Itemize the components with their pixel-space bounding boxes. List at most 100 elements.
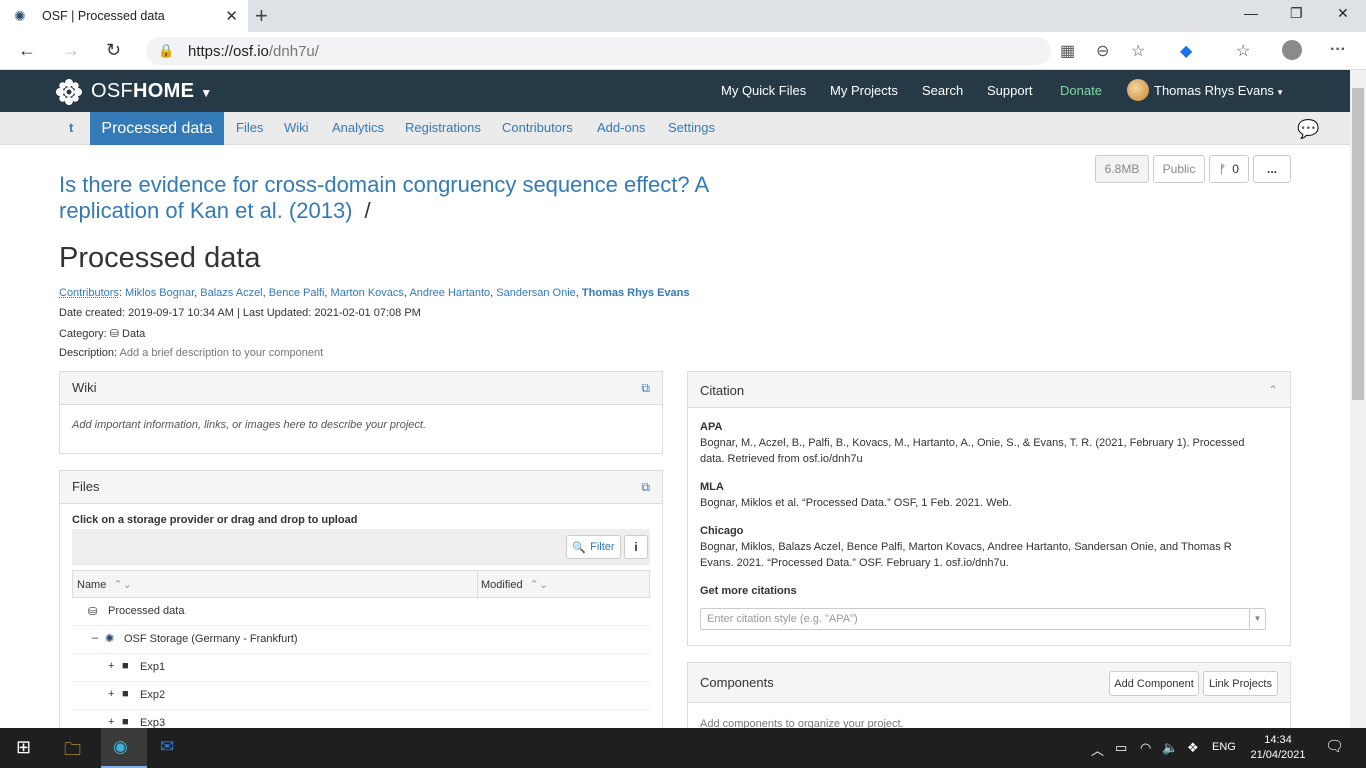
scrollbar-thumb[interactable] <box>1352 88 1364 400</box>
expand-icon[interactable]: + <box>108 716 114 728</box>
expand-icon[interactable]: + <box>108 660 114 672</box>
tab-registrations[interactable]: Registrations <box>405 120 481 135</box>
folder-icon: ■ <box>122 660 129 672</box>
nav-search[interactable]: Search <box>922 83 963 98</box>
sort-arrows-icon[interactable]: ⌃⌄ <box>113 579 131 591</box>
sort-arrows-icon[interactable]: ⌃⌄ <box>530 579 548 591</box>
lock-icon: 🔒 <box>158 43 175 58</box>
expand-icon[interactable]: + <box>108 688 114 700</box>
close-tab-icon[interactable]: ✕ <box>225 7 238 25</box>
avatar[interactable] <box>1127 79 1149 101</box>
col-modified[interactable]: Modified ⌃⌄ <box>481 578 548 591</box>
time: 14:34 <box>1264 734 1292 746</box>
nav-support[interactable]: Support <box>987 83 1033 98</box>
link-projects-button[interactable]: Link Projects <box>1203 671 1278 696</box>
wifi-icon[interactable]: ◠ <box>1140 740 1151 756</box>
nav-my-quick-files[interactable]: My Quick Files <box>721 83 806 98</box>
language-indicator[interactable]: ENG <box>1212 741 1236 753</box>
contributors-label[interactable]: Contributors <box>59 287 119 299</box>
edge-taskbar-item[interactable]: ◉ <box>101 728 147 768</box>
clock[interactable]: 14:34 21/04/2021 <box>1248 733 1308 763</box>
battery-icon[interactable]: ▭ <box>1115 740 1127 756</box>
table-row[interactable]: – ✺ OSF Storage (Germany - Frankfurt) <box>72 626 650 654</box>
tab-add-ons[interactable]: Add-ons <box>597 120 645 135</box>
contributor-link[interactable]: Thomas Rhys Evans <box>582 287 690 299</box>
notifications-icon[interactable]: 🗨 <box>1325 737 1344 755</box>
tab-settings[interactable]: Settings <box>668 120 715 135</box>
contributor-link[interactable]: Marton Kovacs <box>331 287 404 299</box>
external-link-icon[interactable]: ⧉ <box>641 381 650 396</box>
collapse-icon[interactable]: – <box>92 632 98 644</box>
show-hidden-icons[interactable]: ︿ <box>1091 740 1104 759</box>
apps-icon[interactable]: ▦ <box>1060 41 1075 61</box>
zoom-out-icon[interactable]: ⊖ <box>1096 41 1109 61</box>
dropbox-icon[interactable]: ❖ <box>1187 740 1199 756</box>
description-line: Description: Add a brief description to … <box>59 347 323 359</box>
nav-my-projects[interactable]: My Projects <box>830 83 898 98</box>
file-explorer-icon[interactable]: 🗀 <box>64 737 81 766</box>
settings-more-icon[interactable]: ··· <box>1330 41 1346 59</box>
tab-analytics[interactable]: Analytics <box>332 120 384 135</box>
contributor-link[interactable]: Sandersan Onie <box>496 287 576 299</box>
osf-home-brand[interactable]: OSFHOME ▼ <box>91 80 212 103</box>
address-bar[interactable]: 🔒 https://osf.io/dnh7u/ <box>146 37 1051 65</box>
nav-donate[interactable]: Donate <box>1060 83 1102 98</box>
tab-contributors[interactable]: Contributors <box>502 120 573 135</box>
extension-icon[interactable]: ◆ <box>1180 41 1192 61</box>
profile-icon[interactable] <box>1282 40 1302 60</box>
tab-files[interactable]: Files <box>236 120 263 135</box>
apa-label: APA <box>700 421 723 433</box>
dropdown-arrow-icon[interactable]: ▼ <box>1249 609 1265 629</box>
user-menu[interactable]: Thomas Rhys Evans ▼ <box>1154 83 1284 98</box>
add-component-button[interactable]: Add Component <box>1109 671 1199 696</box>
parent-project-link[interactable]: Is there evidence for cross-domain congr… <box>59 172 708 223</box>
components-panel-title: Components <box>688 663 1290 703</box>
forward-icon[interactable]: → <box>62 40 80 61</box>
tab-processed-data[interactable]: Processed data <box>90 112 224 145</box>
collapse-panel-icon[interactable]: ⌃ <box>1268 383 1278 397</box>
table-row[interactable]: + ■ Exp2 <box>72 682 650 710</box>
category-line: Category: ⛁ Data <box>59 327 145 340</box>
chicago-citation: Bognar, Miklos, Balazs Aczel, Bence Palf… <box>700 541 1232 569</box>
folder-icon: ■ <box>122 716 129 728</box>
add-favorite-icon[interactable]: ☆ <box>1131 41 1145 61</box>
mla-citation: Bognar, Miklos et al. “Processed Data.” … <box>700 497 1012 509</box>
favorites-icon[interactable]: ☆ <box>1236 41 1250 61</box>
osf-logo-icon[interactable] <box>55 78 83 106</box>
windows-start-icon[interactable]: ⊞ <box>16 737 31 758</box>
refresh-icon[interactable]: ↻ <box>106 40 121 61</box>
folder-icon: ■ <box>122 688 129 700</box>
minimize-icon[interactable]: — <box>1244 5 1258 21</box>
windows-taskbar: ⊞ 🗀 ◉ ✉ ︿ ▭ ◠ 🔈 ❖ ENG 14:34 21/04/2021 🗨 <box>0 728 1366 768</box>
table-row[interactable]: + ■ Exp1 <box>72 654 650 682</box>
category-value: Data <box>122 328 146 340</box>
citation-style-select[interactable]: Enter citation style (e.g. "APA") ▼ <box>700 608 1266 630</box>
table-row[interactable]: + ■ Exp3 <box>72 710 650 728</box>
public-button[interactable]: Public <box>1153 155 1205 183</box>
contributor-link[interactable]: Andree Hartanto <box>409 287 490 299</box>
back-icon[interactable]: ← <box>18 40 36 61</box>
fork-icon: ᚠ <box>1219 162 1227 176</box>
external-link-icon[interactable]: ⧉ <box>641 480 650 495</box>
browser-tab[interactable]: ✺ OSF | Processed data ✕ <box>0 0 248 32</box>
caret-down-icon: ▼ <box>1273 88 1285 97</box>
contributor-link[interactable]: Bence Palfi <box>269 287 325 299</box>
fork-button[interactable]: ᚠ0 <box>1209 155 1249 183</box>
description-value[interactable]: Add a brief description to your componen… <box>120 347 324 359</box>
close-window-icon[interactable]: ✕ <box>1337 5 1349 22</box>
tab-wiki[interactable]: Wiki <box>284 120 309 135</box>
storage-size-badge: 6.8MB <box>1095 155 1149 183</box>
table-row[interactable]: ⛁ Processed data <box>72 598 650 626</box>
filter-button[interactable]: 🔍 Filter <box>566 535 621 559</box>
restore-icon[interactable]: ❐ <box>1290 5 1303 22</box>
volume-icon[interactable]: 🔈 <box>1162 740 1178 756</box>
contributor-link[interactable]: Miklos Bognar <box>125 287 194 299</box>
outlook-icon[interactable]: ✉ <box>160 737 174 757</box>
comments-icon[interactable]: 💬 <box>1297 119 1319 140</box>
info-button[interactable]: i <box>624 535 648 559</box>
more-options-button[interactable]: ... <box>1253 155 1291 183</box>
col-name[interactable]: Name ⌃⌄ <box>77 578 132 591</box>
contributor-link[interactable]: Balazs Aczel <box>200 287 262 299</box>
parent-project-link[interactable]: t <box>69 120 73 135</box>
new-tab-icon[interactable]: + <box>255 3 268 29</box>
